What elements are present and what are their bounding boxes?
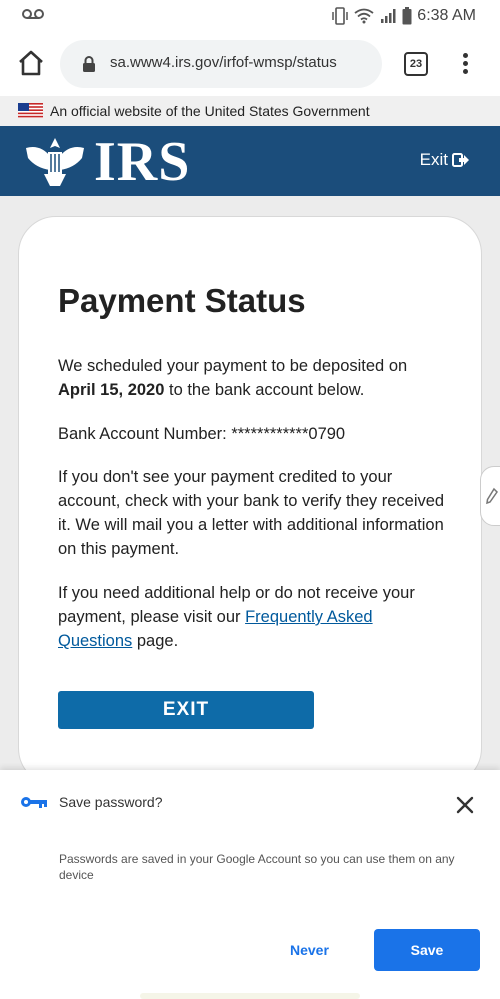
url-bar[interactable]: sa.www4.irs.gov/irfof-wmsp/status [60, 40, 382, 88]
clock: 6:38 AM [417, 7, 476, 24]
status-icons [332, 6, 412, 26]
account-paragraph: Bank Account Number: ************0790 [58, 422, 448, 446]
voicemail-icon [22, 9, 44, 19]
gov-banner: An official website of the United States… [0, 96, 500, 126]
key-icon [21, 797, 47, 808]
vibrate-icon [332, 7, 348, 25]
save-password-title: Save password? [59, 794, 163, 810]
schedule-text-end: to the bank account below. [164, 381, 365, 399]
overflow-menu-icon[interactable] [458, 50, 472, 78]
schedule-text: We scheduled your payment to be deposite… [58, 357, 408, 375]
account-label: Bank Account Number: [58, 425, 232, 443]
battery-icon [402, 7, 412, 25]
irs-logo-text[interactable]: IRS [94, 130, 190, 194]
header-exit-link[interactable]: Exit [420, 150, 470, 170]
browser-toolbar: sa.www4.irs.gov/irfof-wmsp/status 23 [0, 32, 500, 96]
exit-arrow-icon [452, 153, 469, 167]
tab-switcher-button[interactable]: 23 [404, 52, 428, 76]
us-flag-icon [18, 103, 43, 118]
irs-header: IRS Exit [0, 126, 500, 196]
gov-banner-text: An official website of the United States… [50, 103, 370, 119]
page-title: Payment Status [58, 282, 306, 319]
info-paragraph: If you don't see your payment credited t… [58, 468, 445, 558]
save-button[interactable]: Save [374, 929, 480, 971]
edge-panel-handle[interactable] [480, 466, 500, 526]
lock-icon [83, 56, 95, 72]
wifi-icon [354, 8, 374, 24]
help-paragraph: If you need additional help or do not re… [58, 581, 448, 653]
save-password-description: Passwords are saved in your Google Accou… [59, 852, 455, 882]
never-button[interactable]: Never [290, 942, 329, 958]
status-bar: 6:38 AM [0, 0, 500, 32]
account-number: ************0790 [231, 425, 346, 443]
home-icon[interactable] [16, 48, 46, 78]
bottom-sheet-edge [140, 993, 360, 999]
irs-eagle-logo[interactable] [24, 134, 86, 188]
signal-icon [381, 9, 396, 23]
help-text-end: page. [132, 632, 179, 650]
header-exit-label: Exit [419, 150, 448, 169]
close-icon[interactable] [455, 795, 475, 815]
exit-button[interactable]: EXIT [58, 691, 314, 729]
save-password-sheet: Save password? Passwords are saved in yo… [0, 770, 500, 999]
payment-date: April 15, 2020 [58, 381, 165, 399]
url-text: sa.www4.irs.gov/irfof-wmsp/status [110, 54, 337, 71]
pencil-icon [486, 487, 498, 505]
schedule-paragraph: We scheduled your payment to be deposite… [58, 354, 448, 402]
